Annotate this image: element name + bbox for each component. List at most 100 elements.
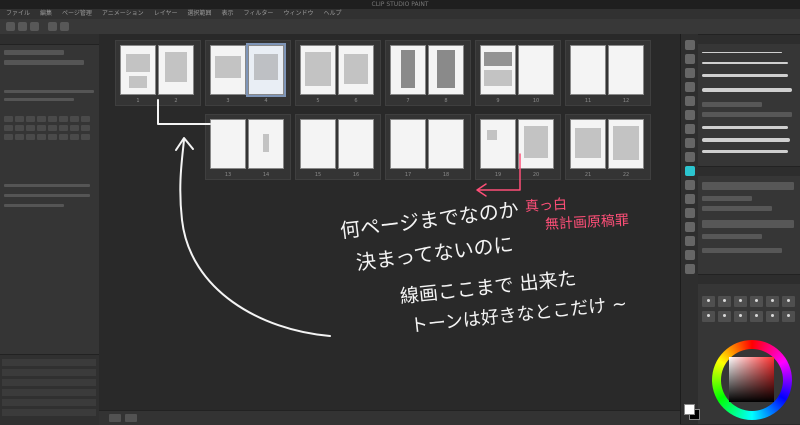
property-cell[interactable] <box>37 125 46 131</box>
property-cell[interactable] <box>26 134 35 140</box>
page-thumbnail[interactable] <box>570 119 606 169</box>
property-cell[interactable] <box>15 125 24 131</box>
property-slider[interactable] <box>702 234 762 239</box>
property-cell[interactable] <box>70 134 79 140</box>
layer-row[interactable] <box>2 399 96 406</box>
zoom-icon[interactable] <box>685 40 695 50</box>
page-thumbnail[interactable] <box>338 119 374 169</box>
save-icon[interactable] <box>30 22 39 31</box>
balloon-icon[interactable] <box>685 250 695 260</box>
menu-story[interactable]: ページ管理 <box>62 9 92 19</box>
property-cell[interactable] <box>59 116 68 122</box>
menu-filter[interactable]: フィルター <box>244 9 274 19</box>
brush-stroke-preview[interactable] <box>702 126 788 129</box>
brush-stroke-preview[interactable] <box>702 150 788 153</box>
page-thumbnail[interactable] <box>428 45 464 95</box>
open-file-icon[interactable] <box>18 22 27 31</box>
property-cell[interactable] <box>81 125 90 131</box>
brush-preset[interactable] <box>782 296 795 307</box>
menu-help[interactable]: ヘルプ <box>323 9 341 19</box>
brush-preset[interactable] <box>750 311 763 322</box>
property-cell[interactable] <box>48 134 57 140</box>
brush-preset[interactable] <box>734 296 747 307</box>
redo-icon[interactable] <box>60 22 69 31</box>
pen-icon[interactable] <box>685 110 695 120</box>
property-cell[interactable] <box>48 116 57 122</box>
fill-icon[interactable] <box>685 166 695 176</box>
property-cell[interactable] <box>59 125 68 131</box>
brush-preset[interactable] <box>782 311 795 322</box>
property-cell[interactable] <box>37 116 46 122</box>
eyedropper-icon[interactable] <box>685 96 695 106</box>
brush-preset[interactable] <box>750 296 763 307</box>
property-cell[interactable] <box>26 116 35 122</box>
brush-preset[interactable] <box>766 311 779 322</box>
page-thumbnail[interactable] <box>158 45 194 95</box>
brush-stroke-preview[interactable] <box>702 88 792 92</box>
property-cell[interactable] <box>4 116 13 122</box>
page-thumbnail[interactable] <box>248 119 284 169</box>
brush-preset[interactable] <box>734 311 747 322</box>
ruler-icon[interactable] <box>685 222 695 232</box>
property-cell[interactable] <box>59 134 68 140</box>
zoom-in-button[interactable] <box>125 414 137 422</box>
property-slider[interactable] <box>702 206 772 211</box>
layer-row[interactable] <box>2 369 96 376</box>
frame-icon[interactable] <box>685 208 695 218</box>
page-thumbnail[interactable] <box>480 119 516 169</box>
page-thumbnail[interactable] <box>608 119 644 169</box>
layer-row[interactable] <box>2 389 96 396</box>
property-slider[interactable] <box>702 196 752 201</box>
brush-icon[interactable] <box>685 138 695 148</box>
page-thumbnail[interactable] <box>300 119 336 169</box>
brush-preset[interactable] <box>718 311 731 322</box>
page-thumbnail[interactable] <box>608 45 644 95</box>
eraser-icon[interactable] <box>685 152 695 162</box>
property-cell[interactable] <box>70 125 79 131</box>
move-icon[interactable] <box>685 54 695 64</box>
layer-row[interactable] <box>2 409 96 416</box>
brush-preset[interactable] <box>702 311 715 322</box>
page-thumbnail[interactable] <box>390 45 426 95</box>
property-cell[interactable] <box>70 116 79 122</box>
property-slider[interactable] <box>702 182 794 190</box>
undo-icon[interactable] <box>48 22 57 31</box>
property-cell[interactable] <box>37 134 46 140</box>
property-cell[interactable] <box>81 134 90 140</box>
brush-stroke-preview[interactable] <box>702 138 790 142</box>
property-cell[interactable] <box>26 125 35 131</box>
page-thumbnail[interactable] <box>428 119 464 169</box>
property-cell[interactable] <box>48 125 57 131</box>
menu-file[interactable]: ファイル <box>6 9 30 19</box>
page-thumbnail-selected[interactable] <box>246 43 286 97</box>
menu-edit[interactable]: 編集 <box>40 9 52 19</box>
brush-stroke-preview[interactable] <box>702 62 788 64</box>
property-slider[interactable] <box>702 248 782 253</box>
text-icon[interactable] <box>685 236 695 246</box>
layer-row[interactable] <box>2 359 96 366</box>
menu-layer[interactable]: レイヤー <box>154 9 178 19</box>
pencil-icon[interactable] <box>685 124 695 134</box>
property-cell[interactable] <box>81 116 90 122</box>
brush-option[interactable] <box>702 112 792 117</box>
page-thumbnail[interactable] <box>210 45 246 95</box>
brush-preset[interactable] <box>766 296 779 307</box>
brush-preset[interactable] <box>718 296 731 307</box>
property-cell[interactable] <box>15 116 24 122</box>
property-cell[interactable] <box>4 125 13 131</box>
page-thumbnail[interactable] <box>338 45 374 95</box>
page-thumbnail[interactable] <box>210 119 246 169</box>
panel-row[interactable] <box>4 50 64 55</box>
menu-window[interactable]: ウィンドウ <box>283 9 313 19</box>
gradient-icon[interactable] <box>685 180 695 190</box>
menu-animation[interactable]: アニメーション <box>102 9 144 19</box>
page-thumbnail[interactable] <box>518 45 554 95</box>
page-thumbnail[interactable] <box>300 45 336 95</box>
brush-stroke-preview[interactable] <box>702 74 788 77</box>
brush-preset[interactable] <box>702 296 715 307</box>
saturation-value-square[interactable] <box>729 357 774 402</box>
menu-view[interactable]: 表示 <box>222 9 234 19</box>
layer-row[interactable] <box>2 379 96 386</box>
brush-stroke-preview[interactable] <box>702 52 782 53</box>
page-thumbnail[interactable] <box>518 119 554 169</box>
